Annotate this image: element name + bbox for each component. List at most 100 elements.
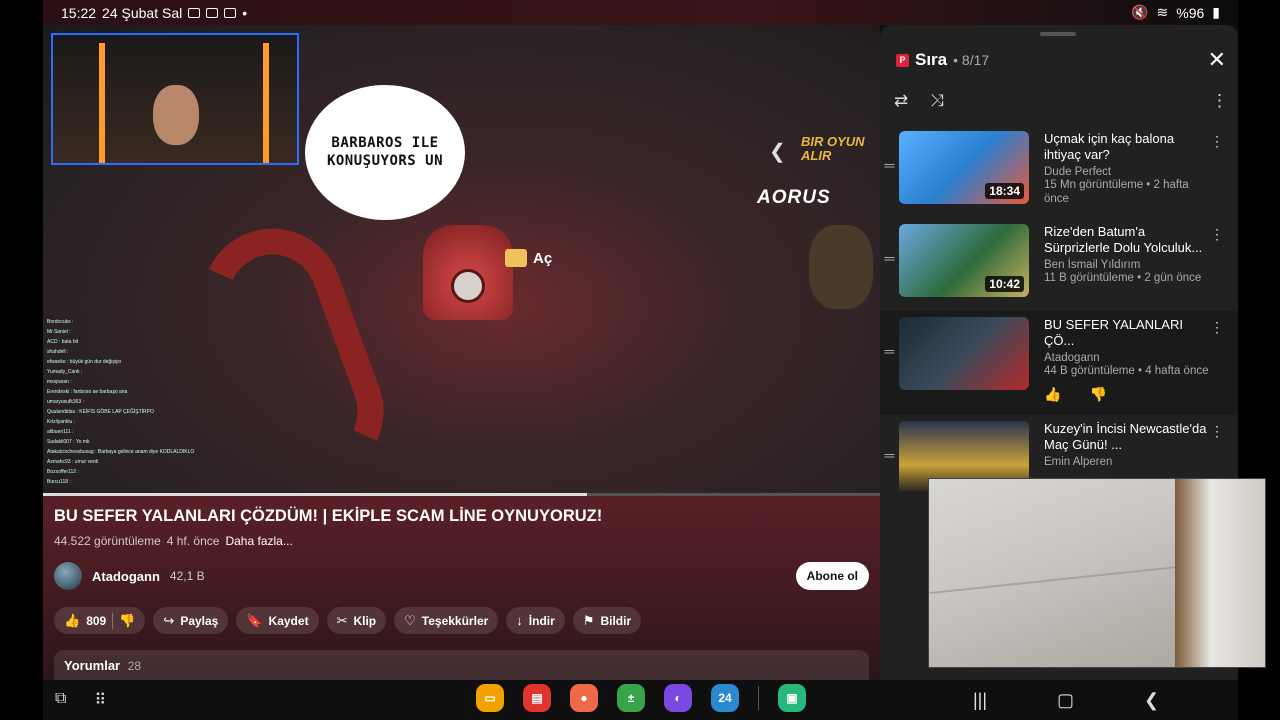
- item-more-icon[interactable]: ⋮: [1210, 133, 1224, 150]
- queue-channel: Ben İsmail Yıldırım: [1044, 259, 1141, 271]
- video-meta: 44.522 görüntüleme 4 hf. önce Daha fazla…: [54, 534, 293, 548]
- chat-message: Sudakii007 : Yo mk: [47, 439, 90, 445]
- queue-channel: Emin Alperen: [1044, 456, 1113, 468]
- news-icon: [224, 7, 237, 18]
- queue-title: Sıra: [915, 50, 948, 69]
- save-label: Kaydet: [268, 613, 309, 628]
- gallery-icon: [206, 7, 219, 18]
- red-telephone-graphic: [423, 225, 513, 320]
- chat-message: efwaoke : büyük gün dur değişiyo: [47, 359, 122, 365]
- back-button-icon[interactable]: ❮: [1144, 690, 1159, 711]
- queue-stats: 11 B görüntüleme • 2 gün önce: [1044, 272, 1202, 284]
- share-button[interactable]: ↪ Paylaş: [153, 607, 229, 634]
- queue-toolbar: ⇄ ⤨ ⋮: [894, 91, 1228, 111]
- chat-message: Quulandidas : KEİFİS GÖBE LAP ÇEĞİŞTİRPO: [47, 409, 154, 415]
- system-navigation-bar: ⧉ ⠿ ▭ ▤ ● ± ◐ 24 ▣ ||| ▢ ❮: [43, 680, 1238, 720]
- picture-in-picture-camera[interactable]: [928, 478, 1266, 668]
- like-count: 809: [86, 613, 107, 628]
- shuffle-icon[interactable]: ⤨: [930, 91, 944, 111]
- subscriber-count: 42,1 B: [169, 569, 205, 583]
- item-more-icon[interactable]: ⋮: [1210, 319, 1224, 336]
- browser-app-icon[interactable]: ◐: [664, 684, 692, 712]
- video-thumbnail[interactable]: 10:42: [899, 224, 1029, 297]
- thumbs-down-icon[interactable]: 👎: [1089, 386, 1106, 403]
- more-options-icon[interactable]: ⋮: [1211, 91, 1228, 111]
- contacts-app-icon[interactable]: ●: [570, 684, 598, 712]
- queue-video-title: Rize'den Batum'a Sürprizlerle Dolu Yolcu…: [1044, 224, 1203, 255]
- notes-app-icon[interactable]: ▤: [523, 684, 551, 712]
- queue-video-title: Kuzey'in İncisi Newcastle'da Maç Günü! .…: [1044, 421, 1207, 452]
- chat-message: Atakalcixchessbusag : Barbaya gelince an…: [47, 449, 195, 455]
- video-thumbnail[interactable]: 18:34: [899, 131, 1029, 204]
- reorder-handle-icon[interactable]: ═: [880, 224, 899, 311]
- queue-item-now-playing[interactable]: ═ BU SEFER YALANLARI ÇÖ... Atadogann 44 …: [880, 311, 1238, 415]
- video-details: BU SEFER YALANLARI ÇÖZDÜM! | EKİPLE SCAM…: [43, 496, 880, 686]
- interaction-prompt: Aç: [505, 249, 552, 267]
- queue-list: ═ 18:34 Uçmak için kaç balona ihtiyaç va…: [880, 125, 1238, 508]
- video-duration: 18:34: [985, 183, 1024, 199]
- show-more-link[interactable]: Daha fazla...: [225, 534, 292, 548]
- queue-position: • 8/17: [953, 52, 990, 68]
- home-button-icon[interactable]: ▢: [1057, 690, 1074, 711]
- ad-text: BIR OYUN ALIR: [801, 134, 865, 164]
- repeat-icon[interactable]: ⇄: [894, 91, 908, 111]
- files-app-icon[interactable]: ▭: [476, 684, 504, 712]
- thumbs-down-icon[interactable]: 👎: [119, 613, 135, 629]
- calculator-app-icon[interactable]: ±: [617, 684, 645, 712]
- battery-icon: ▮: [1212, 4, 1220, 20]
- item-more-icon[interactable]: ⋮: [1210, 423, 1224, 440]
- reorder-handle-icon[interactable]: ═: [880, 421, 899, 508]
- report-button[interactable]: ⚑ Bildir: [572, 607, 642, 634]
- flag-icon: ⚑: [582, 612, 595, 628]
- video-duration: 10:42: [985, 276, 1024, 292]
- channel-row: Atadogann 42,1 B Abone ol: [54, 562, 869, 590]
- recents-button-icon[interactable]: |||: [973, 690, 987, 711]
- queue-header: P Sıra • 8/17 ✕: [896, 47, 1226, 73]
- clip-label: Klip: [353, 613, 377, 628]
- thanks-button[interactable]: ♡ Teşekkürler: [394, 607, 499, 634]
- chat-message: Bordocuks :: [47, 319, 74, 325]
- playlist-badge-icon: P: [896, 53, 909, 67]
- channel-name[interactable]: Atadogann: [92, 569, 160, 584]
- channel-avatar[interactable]: [54, 562, 82, 590]
- drag-handle[interactable]: [1040, 32, 1076, 36]
- video-thumbnail[interactable]: [899, 317, 1029, 390]
- calendar-app-icon[interactable]: 24: [711, 684, 739, 712]
- chat-message: alibuen111 :: [47, 429, 74, 435]
- recent-apps-panel-icon[interactable]: ⧉: [55, 690, 66, 710]
- video-player[interactable]: BARBAROS ILE KONUŞUYORS UN Aç ❮ BIR OYUN…: [43, 25, 880, 493]
- chat-message: Mr.Saniel :: [47, 329, 71, 335]
- chevron-left-icon: ❮: [769, 141, 786, 163]
- stream-chat-overlay: Bordocuks : Mr.Saniel : ACD : bata bit shah…: [43, 315, 243, 493]
- download-button[interactable]: ↓ İndir: [506, 607, 565, 634]
- chat-message: umaryusufk363 :: [47, 399, 84, 405]
- close-icon[interactable]: ✕: [1208, 47, 1226, 73]
- status-bar: 15:22 24 Şubat Sal • 🔇 ≋ %96 ▮: [43, 0, 1238, 25]
- thanks-label: Teşekkürler: [421, 613, 489, 628]
- mute-icon: 🔇: [1131, 4, 1149, 20]
- report-label: Bildir: [600, 613, 632, 628]
- subscribe-button[interactable]: Abone ol: [795, 562, 869, 590]
- game-launcher-app-icon[interactable]: ▣: [778, 684, 806, 712]
- download-icon: ↓: [516, 613, 523, 628]
- app-drawer-icon[interactable]: ⠿: [94, 690, 106, 710]
- queue-item[interactable]: ═ 10:42 Rize'den Batum'a Sürprizlerle Do…: [880, 218, 1238, 311]
- save-button[interactable]: 🔖 Kaydet: [236, 607, 319, 634]
- reorder-handle-icon[interactable]: ═: [880, 131, 899, 218]
- taskbar-dock: ▭ ▤ ● ± ◐ 24 ▣: [476, 684, 806, 712]
- share-icon: ↪: [163, 612, 175, 628]
- item-more-icon[interactable]: ⋮: [1210, 226, 1224, 243]
- chat-message: Bozsoffer112 :: [47, 469, 79, 475]
- thumbs-up-icon[interactable]: 👍: [1044, 386, 1061, 403]
- chat-message: mssparan :: [47, 379, 72, 385]
- clip-button[interactable]: ✂ Klip: [326, 607, 387, 634]
- comments-count: 28: [127, 659, 142, 673]
- reorder-handle-icon[interactable]: ═: [880, 317, 899, 415]
- status-date: 24 Şubat Sal: [102, 4, 183, 21]
- queue-item[interactable]: ═ 18:34 Uçmak için kaç balona ihtiyaç va…: [880, 125, 1238, 218]
- like-dislike-button[interactable]: 👍 809 👎: [54, 607, 146, 634]
- view-count: 44.522 görüntüleme: [54, 534, 161, 548]
- streamer-webcam: [51, 33, 299, 165]
- chat-message: Krizilyankiu :: [47, 419, 76, 425]
- queue-video-title: BU SEFER YALANLARI ÇÖ...: [1044, 317, 1183, 348]
